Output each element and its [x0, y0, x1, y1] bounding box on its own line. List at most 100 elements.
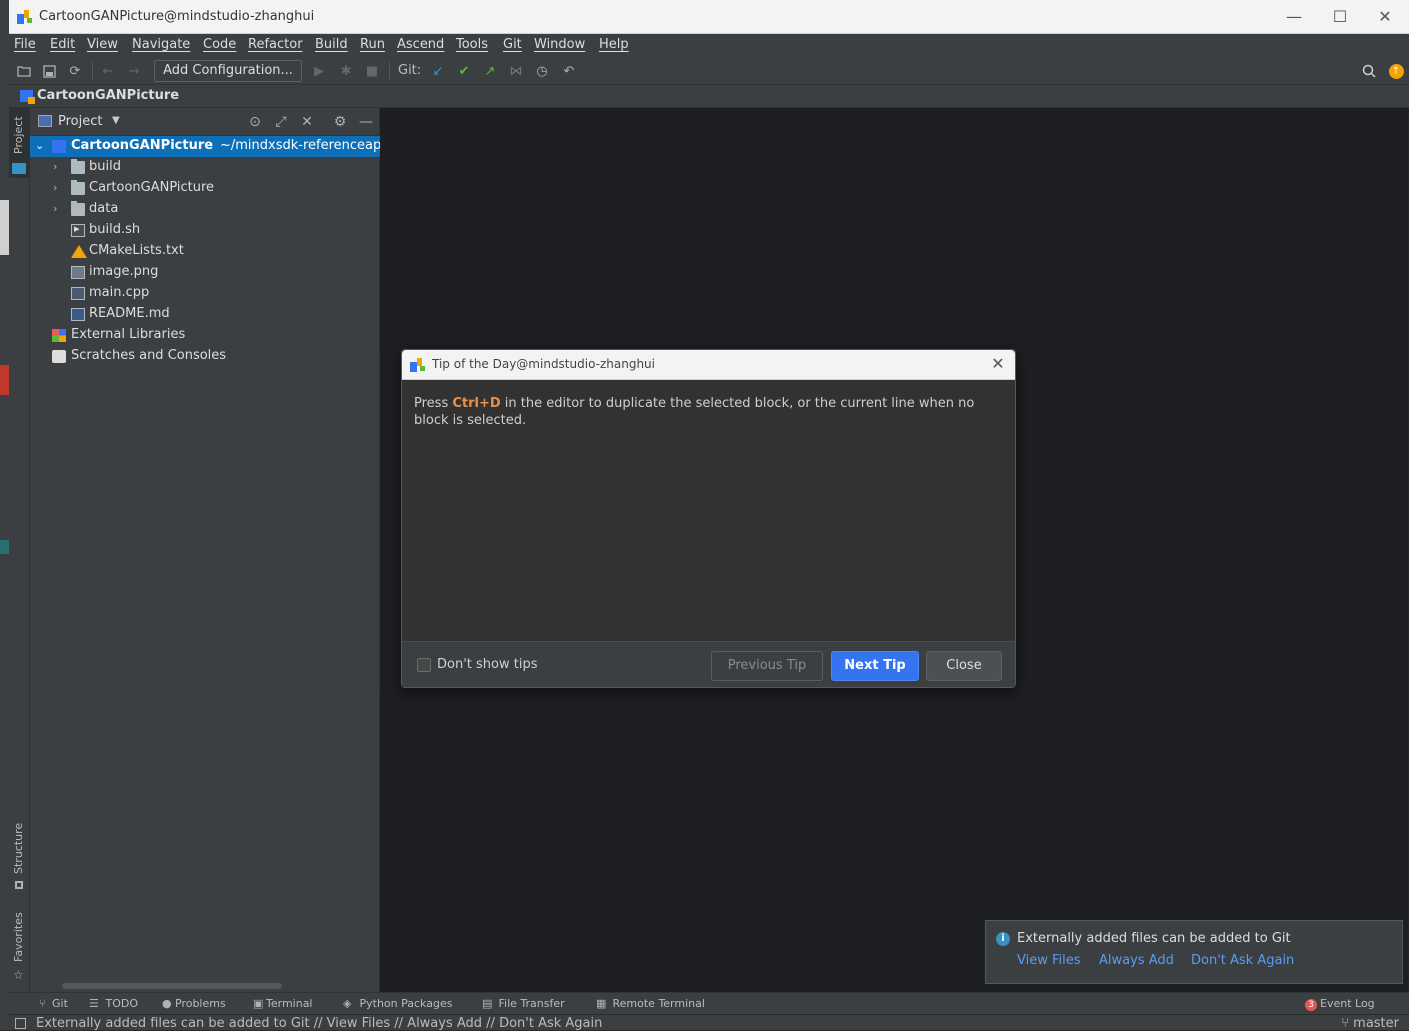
menu-code[interactable]: Code [203, 37, 236, 52]
tree-item-external-libraries[interactable]: External Libraries [30, 325, 380, 346]
always-add-link[interactable]: Always Add [1099, 953, 1174, 968]
problems-icon: ● [162, 997, 172, 1010]
structure-tool-tab[interactable]: Structure [9, 818, 29, 893]
git-push-icon[interactable]: ↗ [481, 62, 499, 80]
git-notification-balloon: i Externally added files can be added to… [985, 920, 1403, 984]
cpp-file-icon [71, 287, 85, 300]
close-button[interactable]: Close [926, 651, 1002, 681]
chevron-right-icon[interactable]: › [53, 160, 65, 173]
git-commit-check-icon[interactable]: ✔ [455, 62, 473, 80]
window-title-bar: CartoonGANPicture@mindstudio-zhanghui — … [9, 0, 1409, 34]
menu-refactor[interactable]: Refactor [248, 37, 303, 52]
menu-file[interactable]: File [14, 37, 36, 52]
tree-item-scratches[interactable]: Scratches and Consoles [30, 346, 380, 367]
project-tool-tab[interactable]: Project [9, 108, 29, 178]
folder-icon [71, 201, 85, 216]
chevron-down-icon[interactable]: ⌄ [35, 139, 47, 152]
run-icon[interactable]: ▶ [310, 62, 328, 80]
dont-show-tips-checkbox[interactable] [417, 658, 431, 672]
dont-show-tips-label[interactable]: Don't show tips [437, 657, 537, 672]
maximize-button[interactable]: ☐ [1318, 4, 1362, 30]
debug-bug-icon[interactable]: ✱ [337, 62, 355, 80]
add-configuration-button[interactable]: Add Configuration... [154, 60, 302, 82]
chevron-right-icon[interactable]: › [53, 181, 65, 194]
menu-tools[interactable]: Tools [456, 37, 488, 52]
update-available-icon[interactable]: ↑ [1387, 62, 1405, 80]
breadcrumb-project[interactable]: CartoonGANPicture [37, 88, 179, 103]
toggle-tool-windows-icon[interactable] [15, 1018, 26, 1029]
project-module-icon [52, 140, 66, 153]
libraries-icon [52, 329, 66, 342]
tree-item-build-folder[interactable]: › build [30, 157, 380, 178]
save-all-icon[interactable] [40, 62, 58, 80]
status-bar: Externally added files can be added to G… [9, 1014, 1409, 1031]
cmake-icon [71, 245, 87, 258]
close-window-button[interactable]: ✕ [1363, 4, 1407, 30]
menu-edit[interactable]: Edit [50, 37, 75, 52]
menu-git[interactable]: Git [503, 37, 522, 52]
desktop-background-strip [0, 0, 9, 1030]
tip-of-the-day-dialog: Tip of the Day@mindstudio-zhanghui ✕ Pre… [401, 349, 1016, 688]
collapse-all-icon[interactable]: ✕ [298, 113, 316, 131]
git-history-clock-icon[interactable]: ◷ [533, 62, 551, 80]
chevron-right-icon[interactable]: › [53, 202, 65, 215]
markdown-file-icon [71, 308, 85, 321]
favorites-tool-tab[interactable]: Favorites ☆ [9, 908, 29, 988]
menu-window[interactable]: Window [534, 37, 585, 52]
git-update-icon[interactable]: ↙ [429, 62, 447, 80]
file-transfer-tool-tab[interactable]: ▤ File Transfer [482, 997, 565, 1010]
menu-build[interactable]: Build [315, 37, 348, 52]
tip-text: Press Ctrl+D in the editor to duplicate … [414, 396, 975, 428]
tree-item-data-folder[interactable]: › data [30, 199, 380, 220]
chevron-down-icon[interactable]: ▼ [112, 115, 120, 126]
tree-item-main-cpp[interactable]: main.cpp [30, 283, 380, 304]
open-folder-icon[interactable] [15, 62, 33, 80]
view-files-link[interactable]: View Files [1017, 953, 1081, 968]
project-view-selector[interactable]: Project [58, 114, 102, 129]
folder-icon [71, 180, 85, 195]
terminal-tool-tab[interactable]: ▣ Terminal [253, 997, 313, 1010]
next-tip-button[interactable]: Next Tip [831, 651, 919, 681]
stop-icon[interactable]: ■ [363, 62, 381, 80]
problems-tool-tab[interactable]: ● Problems [162, 997, 226, 1010]
tree-item-image-png[interactable]: image.png [30, 262, 380, 283]
menu-navigate[interactable]: Navigate [132, 37, 190, 52]
gear-icon[interactable]: ⚙ [331, 113, 349, 131]
close-icon[interactable]: ✕ [989, 354, 1007, 374]
tree-root-item[interactable]: ⌄ CartoonGANPicture ~/mindxsdk-reference… [30, 136, 380, 157]
menu-view[interactable]: View [87, 37, 118, 52]
git-compare-icon[interactable]: ⋈ [507, 62, 525, 80]
main-toolbar: ⟳ ← → Add Configuration... ▶ ✱ ■ Git: ↙ … [9, 58, 1409, 85]
git-rollback-icon[interactable]: ↶ [560, 62, 578, 80]
tree-item-cmakelists[interactable]: CMakeLists.txt [30, 241, 380, 262]
sync-icon[interactable]: ⟳ [66, 62, 84, 80]
tree-item-build-sh[interactable]: build.sh [30, 220, 380, 241]
project-tool-window: Project ▼ ⊙ ⤢ ✕ ⚙ — ⌄ CartoonGANPicture … [30, 108, 380, 992]
horizontal-scrollbar[interactable] [62, 983, 282, 989]
dont-ask-again-link[interactable]: Don't Ask Again [1191, 953, 1294, 968]
git-branch-widget[interactable]: ⑂ master [1341, 1016, 1399, 1031]
remote-terminal-tool-tab[interactable]: ▦ Remote Terminal [596, 997, 705, 1010]
hide-panel-icon[interactable]: — [357, 113, 375, 131]
python-packages-tool-tab[interactable]: ◈ Python Packages [343, 997, 452, 1010]
forward-arrow-icon[interactable]: → [125, 62, 143, 80]
tree-item-cartoongan-folder[interactable]: › CartoonGANPicture [30, 178, 380, 199]
tree-item-readme[interactable]: README.md [30, 304, 380, 325]
window-title: CartoonGANPicture@mindstudio-zhanghui [39, 9, 315, 24]
event-log-tool-tab[interactable]: 3 Event Log [1305, 997, 1375, 1011]
minimize-button[interactable]: — [1272, 4, 1316, 30]
locate-target-icon[interactable]: ⊙ [246, 113, 264, 131]
search-icon[interactable] [1360, 62, 1378, 80]
mindstudio-app-icon [17, 10, 32, 24]
menu-run[interactable]: Run [360, 37, 385, 52]
previous-tip-button[interactable]: Previous Tip [711, 651, 823, 681]
expand-all-icon[interactable]: ⤢ [272, 113, 290, 131]
notification-message: Externally added files can be added to G… [1017, 931, 1291, 946]
git-tool-tab[interactable]: ⑂ Git [39, 997, 68, 1010]
menu-help[interactable]: Help [599, 37, 629, 52]
info-icon: i [996, 932, 1010, 946]
menu-ascend[interactable]: Ascend [397, 37, 444, 52]
status-message[interactable]: Externally added files can be added to G… [36, 1016, 602, 1031]
back-arrow-icon[interactable]: ← [99, 62, 117, 80]
todo-tool-tab[interactable]: ☰ TODO [89, 997, 138, 1010]
